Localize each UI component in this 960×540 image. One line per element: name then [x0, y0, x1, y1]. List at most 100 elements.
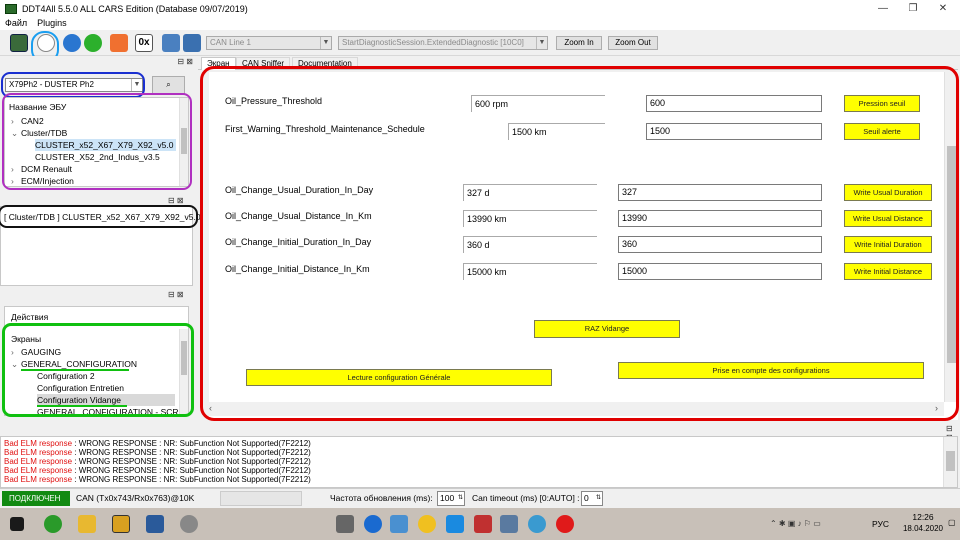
prise-en-compte-button[interactable]: Prise en compte des configurations — [618, 362, 924, 379]
zoom-in-button[interactable]: Zoom In — [556, 36, 602, 50]
ecu-tree-item-selected[interactable]: CLUSTER_x52_X67_X79_X92_v5.0 — [35, 139, 177, 151]
refresh-label: Частота обновления (ms): — [330, 493, 433, 503]
menu-file[interactable]: Файл — [0, 17, 32, 30]
tray-icons[interactable]: ⌃ ✱ ▣ ♪ ⚐ ▭ — [770, 519, 821, 528]
sync-icon[interactable] — [84, 34, 102, 52]
scroll-left-icon[interactable]: ‹ — [209, 403, 212, 413]
log-scrollbar[interactable] — [943, 437, 957, 487]
tool-icon[interactable] — [180, 515, 198, 533]
windows-start-icon[interactable] — [10, 517, 24, 531]
notification-icon[interactable]: ▢ — [948, 518, 956, 527]
can-status: CAN (Tx0x743/Rx0x763)@10K — [76, 493, 195, 503]
param-input[interactable]: 600 — [646, 95, 822, 112]
utorrent-icon[interactable] — [44, 515, 62, 533]
connect-icon[interactable] — [10, 34, 28, 52]
ecu-tree-item[interactable]: CLUSTER_X52_2nd_Indus_v3.5 — [35, 151, 160, 163]
valve-icon[interactable] — [183, 34, 201, 52]
avast-icon[interactable] — [418, 515, 436, 533]
param-value: 600 rpm — [471, 95, 605, 112]
param-label: Oil_Change_Initial_Duration_In_Day — [225, 237, 372, 247]
actions-header: Действия — [11, 312, 49, 322]
screen-tree-label: Configuration Vidange — [37, 395, 121, 405]
teamviewer-icon[interactable] — [364, 515, 382, 533]
pipe-icon[interactable] — [162, 34, 180, 52]
can-line-select[interactable]: CAN Line 1 ▼ — [206, 36, 332, 50]
refresh-icon[interactable] — [63, 34, 81, 52]
actions-panel: Действия Экраны › GAUGING ⌄ GENERAL_CONFIG… — [4, 306, 189, 416]
panel-controls[interactable]: ⊟ ⊠ — [177, 57, 193, 66]
vehicle-select[interactable]: X79Ph2 - DUSTER Ph2 ▼ — [5, 78, 143, 92]
scroll-thumb[interactable] — [947, 146, 956, 363]
screen-tree-item[interactable]: › GAUGING — [11, 346, 61, 358]
write-button[interactable]: Seuil alerte — [844, 123, 920, 140]
screen-tree-item[interactable]: Configuration 2 — [37, 370, 95, 382]
zoom-out-button[interactable]: Zoom Out — [608, 36, 658, 50]
raz-vidange-button[interactable]: RAZ Vidange — [534, 320, 680, 338]
recycle-icon[interactable] — [390, 515, 408, 533]
screen-tree-item[interactable]: GENERAL_CONFIGURATION - SCR... — [37, 406, 186, 415]
refresh-spinbox[interactable]: 100 ⇅ — [437, 491, 465, 506]
param-input[interactable]: 360 — [618, 236, 822, 253]
lecture-configuration-button[interactable]: Lecture configuration Générale — [246, 369, 552, 386]
write-button[interactable]: Write Usual Duration — [844, 184, 932, 201]
main-horizontal-scrollbar[interactable]: ‹ › — [209, 402, 944, 416]
monitor-icon[interactable] — [500, 515, 518, 533]
scroll-thumb[interactable] — [181, 128, 187, 154]
hex-icon[interactable]: 0x — [135, 34, 153, 52]
menu-bar: Файл Plugins — [0, 17, 960, 30]
write-button[interactable]: Write Initial Duration — [844, 236, 932, 253]
log-message: : WRONG RESPONSE : NR: SubFunction Not S… — [72, 457, 311, 466]
tab-screen[interactable]: Экран — [201, 57, 236, 70]
param-input[interactable]: 327 — [618, 184, 822, 201]
menu-plugins[interactable]: Plugins — [32, 17, 72, 30]
opera-icon[interactable] — [556, 515, 574, 533]
ecu-tree-item[interactable]: › CAN2 — [11, 115, 44, 127]
chip-app-icon[interactable] — [112, 515, 130, 533]
search-vehicle-button[interactable]: ⌕ — [152, 76, 185, 94]
app-3-icon[interactable] — [446, 515, 464, 533]
spin-arrows-icon[interactable]: ⇅ — [596, 492, 601, 505]
spin-arrows-icon[interactable]: ⇅ — [458, 492, 463, 505]
title-bar: DDT4All 5.5.0 ALL CARS Edition (Database… — [0, 0, 960, 17]
clock-date: 18.04.2020 — [902, 524, 944, 533]
chevron-right-icon: › — [11, 347, 14, 357]
write-button[interactable]: Pression seuil — [844, 95, 920, 112]
param-label: Oil_Change_Usual_Duration_In_Day — [225, 185, 374, 195]
timeout-value: 0 — [584, 493, 589, 503]
window-title: DDT4All 5.5.0 ALL CARS Edition (Database… — [22, 3, 248, 14]
write-button[interactable]: Write Usual Distance — [844, 210, 932, 227]
ecu-tree-item[interactable]: › DCM Renault — [11, 163, 72, 175]
log-message: : WRONG RESPONSE : NR: SubFunction Not S… — [72, 439, 311, 448]
log-line: Bad ELM response : WRONG RESPONSE : NR: … — [4, 475, 311, 485]
language-indicator[interactable]: РУС — [872, 519, 889, 529]
ecu-tree-item[interactable]: › ECM/Injection — [11, 175, 74, 186]
folder-icon[interactable] — [78, 515, 96, 533]
param-input[interactable]: 1500 — [646, 123, 822, 140]
write-button[interactable]: Write Initial Distance — [844, 263, 932, 280]
screen-tree-item[interactable]: Configuration Entretien — [37, 382, 124, 394]
param-value: 13990 km — [463, 210, 597, 227]
chevron-right-icon: › — [11, 116, 14, 126]
tab-documentation[interactable]: Documentation — [292, 57, 358, 69]
ecu-tree-item[interactable]: ⌄ Cluster/TDB — [11, 127, 67, 139]
tools-icon[interactable] — [474, 515, 492, 533]
minimize-button[interactable]: — — [868, 0, 898, 17]
tab-can-sniffer[interactable]: CAN Sniffer — [236, 57, 291, 69]
scroll-right-icon[interactable]: › — [935, 403, 938, 413]
screens-scrollbar[interactable] — [179, 329, 188, 415]
maximize-button[interactable]: ❐ — [898, 0, 928, 17]
ddt4all-icon[interactable] — [146, 515, 164, 533]
param-input[interactable]: 13990 — [618, 210, 822, 227]
heart-monitor-icon[interactable] — [110, 34, 128, 52]
usb-device-icon[interactable] — [336, 515, 354, 533]
scroll-thumb[interactable] — [181, 341, 187, 375]
session-select[interactable]: StartDiagnosticSession.ExtendedDiagnosti… — [338, 36, 548, 50]
chevron-down-icon: ▼ — [536, 37, 547, 49]
ecu-tree-scrollbar[interactable] — [179, 98, 188, 186]
main-vertical-scrollbar[interactable] — [944, 72, 958, 402]
browser-icon[interactable] — [528, 515, 546, 533]
timeout-spinbox[interactable]: 0 ⇅ — [581, 491, 603, 506]
param-input[interactable]: 15000 — [618, 263, 822, 280]
scroll-thumb[interactable] — [946, 451, 955, 471]
close-button[interactable]: ✕ — [928, 0, 958, 17]
